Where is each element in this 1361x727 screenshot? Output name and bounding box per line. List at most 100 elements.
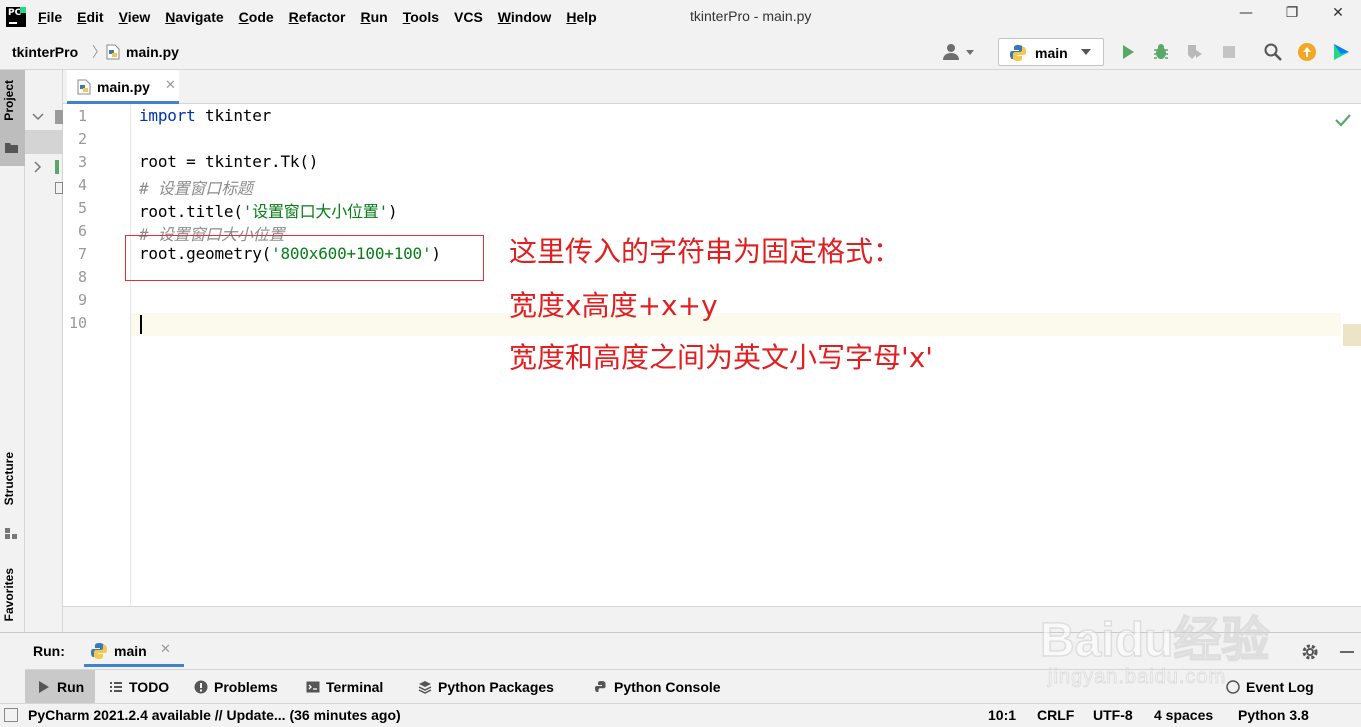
menu-code[interactable]: Code [239,9,274,25]
event-log-icon [1226,680,1240,694]
run-configuration-label: main [1035,45,1068,61]
maximize-button[interactable]: ❐ [1280,5,1304,23]
annotation-line-1: 这里传入的字符串为固定格式： [509,235,902,268]
status-bar: PyCharm 2021.2.4 available // Update... … [0,703,1361,727]
menu-run[interactable]: Run [360,9,387,25]
code-line-4: # 设置窗口标题 [139,179,253,198]
chevron-down-icon [1081,49,1091,55]
folder-icon [55,110,63,124]
tool-button-python-packages[interactable]: Python Packages [418,670,554,704]
line-separator[interactable]: CRLF [1037,707,1074,723]
pycharm-logo-icon: PC [6,7,26,27]
structure-tab-label[interactable]: Structure [2,452,16,505]
tool-button-label: Run [57,679,85,695]
tool-button-run[interactable]: Run [25,670,95,704]
menu-edit[interactable]: Edit [77,9,103,25]
code-line-5: root.title('设置窗口大小位置') [139,202,398,221]
line-number: 2 [77,130,87,148]
breadcrumb-separator: 〉 [92,45,106,61]
indent-setting[interactable]: 4 spaces [1154,707,1213,723]
favorites-tab-label[interactable]: Favorites [2,568,16,621]
menu-tools[interactable]: Tools [403,9,439,25]
annotation-highlight-box [125,235,484,281]
close-icon[interactable]: ✕ [165,78,176,93]
menu-help[interactable]: Help [566,9,596,25]
debug-icon[interactable] [1151,42,1171,62]
menu-vcs[interactable]: VCS [454,9,483,25]
tool-button-event-log[interactable]: Event Log [1226,670,1314,704]
menu-refactor[interactable]: Refactor [289,9,346,25]
chevron-down-icon[interactable] [31,110,45,124]
stop-icon[interactable] [1219,42,1239,62]
gear-icon[interactable] [1300,642,1320,662]
line-number: 7 [77,245,87,263]
tool-button-python-console[interactable]: Python Console [594,670,721,704]
search-icon[interactable] [1263,42,1283,62]
layers-icon [418,681,432,694]
close-window-button[interactable]: ✕ [1326,5,1350,23]
scratches-icon [55,182,63,194]
tool-windows-bar: Run TODO Problems Terminal Python Packag… [25,669,1361,704]
chevron-right-icon[interactable] [31,160,45,174]
coverage-icon[interactable] [1185,42,1205,62]
minimize-button[interactable]: — [1234,5,1258,23]
inspection-ok-check-icon[interactable] [1335,113,1351,127]
project-tab-label: Project [2,80,16,121]
project-tree-selected-row[interactable] [25,130,63,154]
project-panel [25,70,63,632]
menu-window[interactable]: Window [498,9,552,25]
line-number: 3 [77,153,87,171]
line-number-gutter: 1 2 3 4 5 6 7 8 9 10 [63,104,131,606]
code-line-3: root = tkinter.Tk() [139,152,319,171]
line-number: 5 [77,199,87,217]
run-icon[interactable] [1118,42,1138,62]
python-interpreter[interactable]: Python 3.8 [1238,707,1309,723]
update-icon[interactable] [1297,42,1317,62]
breadcrumb-project[interactable]: tkinterPro [12,44,78,60]
run-tab-main[interactable]: main ✕ [84,633,184,667]
menu-navigate[interactable]: Navigate [165,9,223,25]
navigation-bar: tkinterPro 〉 main.py main [0,34,1361,70]
tab-main-py[interactable]: main.py ✕ [67,70,179,104]
python-console-icon [595,681,606,692]
current-line-highlight [131,313,1341,336]
line-number: 4 [77,176,87,194]
tool-button-terminal[interactable]: Terminal [306,670,383,704]
tool-tab-project[interactable]: Project [0,70,25,166]
info-icon [194,680,208,694]
menu-file[interactable]: File [38,9,62,25]
tool-button-label: Event Log [1246,679,1314,695]
play-icon [39,681,49,693]
scrollbar-marker[interactable] [1343,324,1361,346]
tool-windows-toggle-icon[interactable] [4,708,18,722]
breadcrumb-file[interactable]: main.py [126,44,179,60]
text-caret [140,315,142,334]
line-number: 8 [77,268,87,286]
menu-bar: PC File Edit View Navigate Code Refactor… [0,0,1361,34]
minimize-panel-icon[interactable] [1340,651,1354,653]
run-panel-title: Run: [33,643,65,659]
tool-button-label: Problems [214,679,278,695]
close-icon[interactable]: ✕ [160,642,171,657]
terminal-icon [306,681,320,693]
status-message[interactable]: PyCharm 2021.2.4 available // Update... … [28,707,401,723]
menu-view[interactable]: View [119,9,151,25]
tool-button-problems[interactable]: Problems [194,670,278,704]
code-editor[interactable]: 1 2 3 4 5 6 7 8 9 10 import tkinter root… [63,104,1361,606]
window-title: tkinterPro - main.py [690,8,812,24]
python-icon [91,643,107,659]
tool-button-label: Python Console [614,679,721,695]
user-account-icon[interactable] [942,43,976,61]
code-line-1: import tkinter [139,106,272,125]
file-encoding[interactable]: UTF-8 [1093,707,1133,723]
caret-position[interactable]: 10:1 [988,707,1016,723]
run-configuration-selector[interactable]: main [998,38,1104,66]
line-number: 9 [77,291,87,309]
jetbrains-toolbox-icon[interactable] [1331,42,1351,62]
editor-bottom-area [63,606,1361,632]
tool-button-todo[interactable]: TODO [109,670,169,704]
python-file-icon [77,79,91,95]
tool-button-label: Terminal [326,679,384,695]
line-number: 6 [77,222,87,240]
list-icon [110,682,122,692]
